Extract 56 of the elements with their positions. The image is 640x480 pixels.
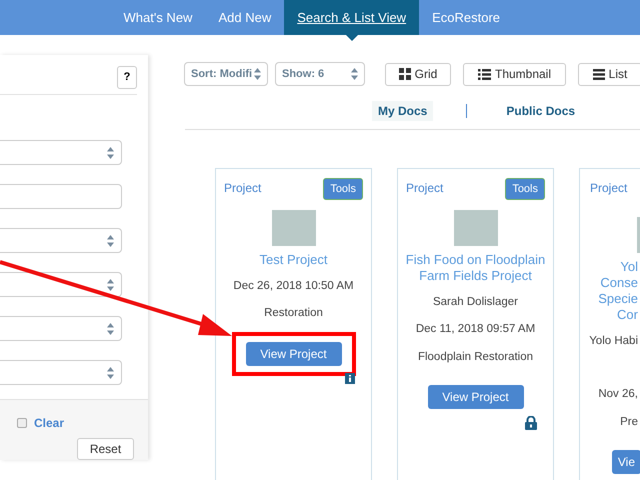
nav-tab[interactable]: Add New <box>205 0 284 35</box>
view-project-button[interactable]: View Project <box>246 342 342 366</box>
reset-button[interactable]: Reset <box>77 438 134 460</box>
tools-button[interactable]: Tools <box>323 178 363 200</box>
select-arrows-icon <box>107 278 114 290</box>
show-select[interactable]: Show: 6 <box>275 62 365 86</box>
select-field[interactable] <box>0 272 122 297</box>
select-arrows-icon <box>107 366 114 378</box>
select-field[interactable] <box>0 360 122 385</box>
doc-tab[interactable]: My Docs <box>372 101 434 121</box>
lock-icon <box>525 416 537 430</box>
checkbox[interactable] <box>16 418 27 428</box>
select-arrows-icon <box>107 234 114 246</box>
type-label: Project <box>406 180 444 197</box>
select-arrows-icon <box>351 68 358 80</box>
card-text: Floodplain Restoration <box>418 350 534 364</box>
view-project-button[interactable]: View Project <box>428 384 524 409</box>
card-text: Yolo Habi <box>589 334 639 349</box>
grid-icon <box>398 68 411 80</box>
type-label: Project <box>224 180 262 197</box>
view-button[interactable]: List <box>578 62 640 86</box>
card-text: Dec 26, 2018 10:50 AM <box>233 279 354 294</box>
photo-placeholder <box>637 217 640 253</box>
tools-button[interactable]: Tools <box>505 178 545 200</box>
project-title[interactable]: Yol Conse Specie Cor <box>598 259 640 323</box>
input-field[interactable] <box>0 184 122 209</box>
select-arrows-icon <box>107 146 114 158</box>
card-text: Sarah Dolislager <box>432 295 518 310</box>
clear-link[interactable]: Clear <box>34 414 64 432</box>
help-button[interactable]: ? <box>117 66 137 89</box>
card-text: Dec 11, 2018 09:57 AM <box>416 322 536 338</box>
tab-divider <box>466 104 468 118</box>
menu-icon <box>592 68 605 80</box>
photo-placeholder <box>272 210 316 246</box>
card-text: Nov 26, <box>598 387 639 402</box>
select-field[interactable] <box>0 228 122 253</box>
card-text: Restoration <box>264 306 323 322</box>
project-title[interactable]: Test Project <box>260 252 328 268</box>
tab-pointer-icon <box>346 35 358 41</box>
select-arrows-icon <box>107 322 114 334</box>
view-button[interactable]: Grid <box>385 62 451 86</box>
view-project-button[interactable]: Vie <box>612 450 640 474</box>
select-arrows-icon <box>254 68 261 80</box>
project-title[interactable]: Fish Food on Floodplain Farm Fields Project <box>406 252 546 284</box>
select-field[interactable] <box>0 140 122 165</box>
nav-tab[interactable]: What's New <box>110 0 206 35</box>
doc-tab[interactable]: Public Docs <box>500 101 582 121</box>
view-button[interactable]: Thumbnail <box>463 62 566 86</box>
list-bullets-icon <box>478 68 491 80</box>
sort-select[interactable]: Sort: Modifi <box>184 62 268 86</box>
type-label: Project <box>590 180 628 197</box>
photo-placeholder <box>454 210 498 246</box>
card-text: Pre <box>620 414 639 430</box>
info-icon <box>345 372 355 384</box>
nav-tab[interactable]: EcoRestore <box>419 0 513 35</box>
select-field[interactable] <box>0 316 122 341</box>
